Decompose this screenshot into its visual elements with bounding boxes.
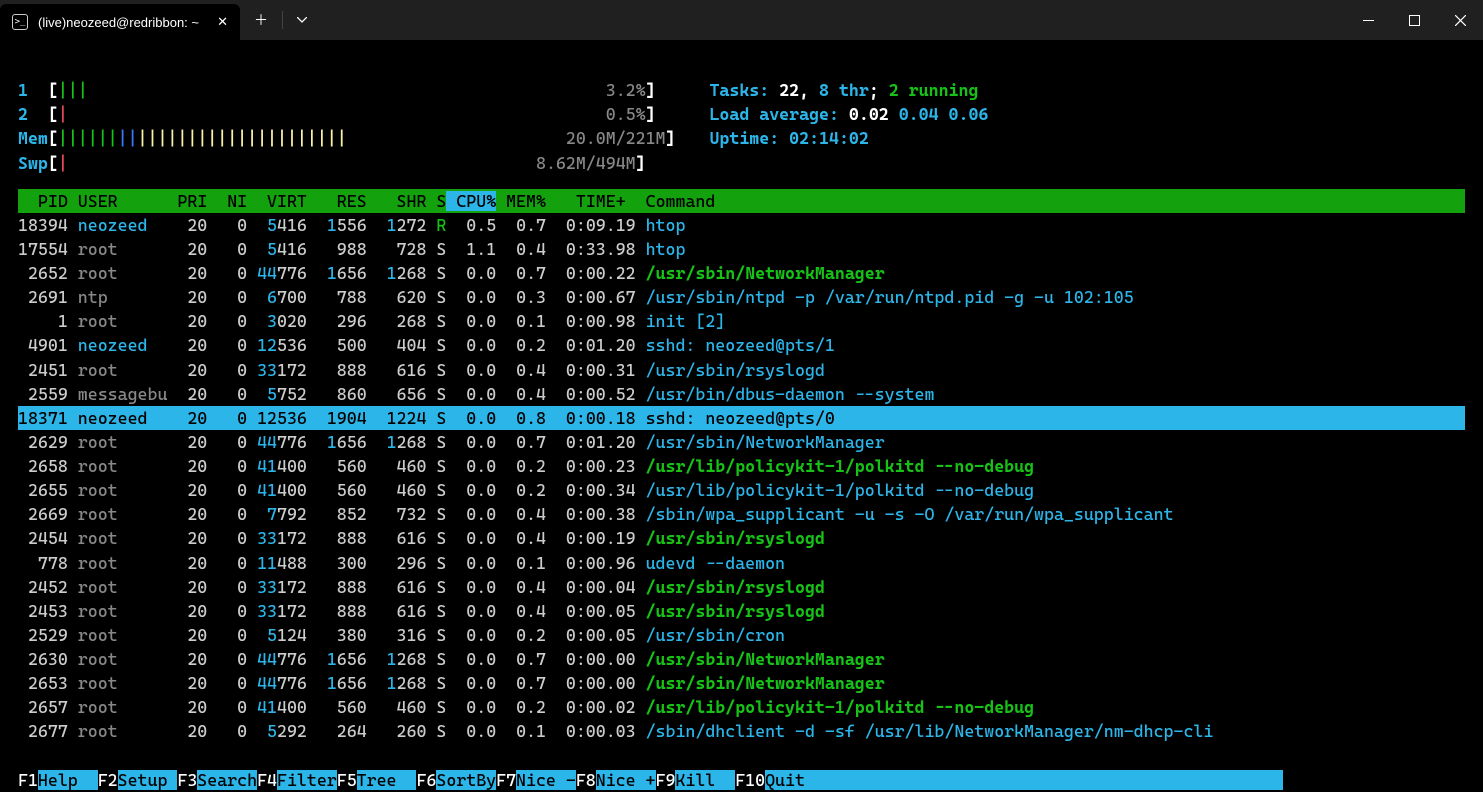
window-titlebar: >_ (live)neozeed@redribbon: ~ ✕ ＋ xyxy=(0,0,1483,40)
process-row[interactable]: 2669 root 20 0 7792 852 732 S 0.0 0.4 0:… xyxy=(18,502,1465,526)
process-row[interactable]: 2629 root 20 0 44776 1656 1268 S 0.0 0.7… xyxy=(18,430,1465,454)
uptime-label: Uptime: xyxy=(709,128,789,148)
uptime-value: 02:14:02 xyxy=(789,128,869,148)
fkey-label[interactable]: Quit xyxy=(765,770,1283,790)
process-row[interactable]: 2451 root 20 0 33172 888 616 S 0.0 0.4 0… xyxy=(18,358,1465,382)
fkey[interactable]: F3 xyxy=(177,770,197,790)
fkey[interactable]: F10 xyxy=(735,770,765,790)
terminal-icon: >_ xyxy=(12,14,28,30)
process-row[interactable]: 4901 neozeed 20 0 12536 500 404 S 0.0 0.… xyxy=(18,333,1465,357)
swp-val: 8.62M/494M xyxy=(536,153,636,173)
process-row[interactable]: 2655 root 20 0 41400 560 460 S 0.0 0.2 0… xyxy=(18,478,1465,502)
mem-val: 20.0M/221M xyxy=(566,128,666,148)
meters-column: 1 [||| 3.2%] 2 [| 0.5%] Mem[||||||||||||… xyxy=(18,54,675,175)
load-1: 0.02 xyxy=(849,104,889,124)
process-header[interactable]: PID USER PRI NI VIRT RES SHR S CPU% MEM%… xyxy=(18,189,1465,213)
tab-dropdown-button[interactable] xyxy=(283,17,321,23)
fkey-label[interactable]: SortBy xyxy=(436,770,496,790)
cpu1-pct: 3.2% xyxy=(606,80,646,100)
maximize-button[interactable] xyxy=(1391,0,1437,40)
tasks-count: 22 xyxy=(779,80,799,100)
minimize-button[interactable] xyxy=(1345,0,1391,40)
process-row[interactable]: 18371 neozeed 20 0 12536 1904 1224 S 0.0… xyxy=(18,406,1465,430)
swp-label: Swp xyxy=(18,153,48,173)
stats-block: 1 [||| 3.2%] 2 [| 0.5%] Mem[||||||||||||… xyxy=(18,54,1465,175)
close-button[interactable] xyxy=(1437,0,1483,40)
window-controls xyxy=(1345,0,1483,40)
fkey-label[interactable]: Kill xyxy=(675,770,735,790)
terminal-tab[interactable]: >_ (live)neozeed@redribbon: ~ ✕ xyxy=(0,4,240,40)
load-label: Load average: xyxy=(709,104,848,124)
tasks-thr: 8 thr xyxy=(819,80,869,100)
process-row[interactable]: 2559 messagebu 20 0 5752 860 656 S 0.0 0… xyxy=(18,382,1465,406)
fkey-label[interactable]: Nice + xyxy=(596,770,656,790)
process-row[interactable]: 2652 root 20 0 44776 1656 1268 S 0.0 0.7… xyxy=(18,261,1465,285)
terminal-content[interactable]: 1 [||| 3.2%] 2 [| 0.5%] Mem[||||||||||||… xyxy=(0,40,1483,792)
new-tab-button[interactable]: ＋ xyxy=(240,10,282,30)
tasks-running: 2 running xyxy=(889,80,979,100)
process-row[interactable]: 778 root 20 0 11488 300 296 S 0.0 0.1 0:… xyxy=(18,551,1465,575)
fkey[interactable]: F7 xyxy=(496,770,516,790)
tab-title: (live)neozeed@redribbon: ~ xyxy=(38,15,199,30)
process-row[interactable]: 18394 neozeed 20 0 5416 1556 1272 R 0.5 … xyxy=(18,213,1465,237)
process-row[interactable]: 17554 root 20 0 5416 988 728 S 1.1 0.4 0… xyxy=(18,237,1465,261)
load-5: 0.04 xyxy=(899,104,939,124)
process-row[interactable]: 2453 root 20 0 33172 888 616 S 0.0 0.4 0… xyxy=(18,599,1465,623)
tabs-area: >_ (live)neozeed@redribbon: ~ ✕ ＋ xyxy=(0,0,321,40)
process-row[interactable]: 2630 root 20 0 44776 1656 1268 S 0.0 0.7… xyxy=(18,647,1465,671)
load-15: 0.06 xyxy=(949,104,989,124)
process-row[interactable]: 2658 root 20 0 41400 560 460 S 0.0 0.2 0… xyxy=(18,454,1465,478)
fkey-label[interactable]: Setup xyxy=(118,770,178,790)
cpu2-pct: 0.5% xyxy=(606,104,646,124)
cpu2-label: 2 xyxy=(18,104,28,124)
fkey-label[interactable]: Search xyxy=(197,770,257,790)
fkey-label[interactable]: Tree xyxy=(357,770,417,790)
process-row[interactable]: 2452 root 20 0 33172 888 616 S 0.0 0.4 0… xyxy=(18,575,1465,599)
info-column: Tasks: 22, 8 thr; 2 running Load average… xyxy=(709,54,988,175)
fkey-label[interactable]: Nice - xyxy=(516,770,576,790)
process-row[interactable]: 2653 root 20 0 44776 1656 1268 S 0.0 0.7… xyxy=(18,671,1465,695)
fkey[interactable]: F2 xyxy=(98,770,118,790)
fkey[interactable]: F9 xyxy=(656,770,676,790)
fkey[interactable]: F5 xyxy=(337,770,357,790)
function-key-bar: F1Help F2Setup F3SearchF4FilterF5Tree F6… xyxy=(0,768,1483,792)
process-row[interactable]: 2677 root 20 0 5292 264 260 S 0.0 0.1 0:… xyxy=(18,719,1465,743)
fkey[interactable]: F8 xyxy=(576,770,596,790)
fkey-label[interactable]: Filter xyxy=(277,770,337,790)
close-icon[interactable]: ✕ xyxy=(217,14,228,30)
fkey[interactable]: F1 xyxy=(18,770,38,790)
fkey[interactable]: F6 xyxy=(416,770,436,790)
process-row[interactable]: 1 root 20 0 3020 296 268 S 0.0 0.1 0:00.… xyxy=(18,309,1465,333)
cpu1-label: 1 xyxy=(18,80,28,100)
mem-label: Mem xyxy=(18,128,48,148)
process-row[interactable]: 2529 root 20 0 5124 380 316 S 0.0 0.2 0:… xyxy=(18,623,1465,647)
process-list: 18394 neozeed 20 0 5416 1556 1272 R 0.5 … xyxy=(18,213,1465,744)
tasks-label: Tasks: xyxy=(709,80,779,100)
process-row[interactable]: 2691 ntp 20 0 6700 788 620 S 0.0 0.3 0:0… xyxy=(18,285,1465,309)
fkey-label[interactable]: Help xyxy=(38,770,98,790)
process-row[interactable]: 2454 root 20 0 33172 888 616 S 0.0 0.4 0… xyxy=(18,526,1465,550)
process-row[interactable]: 2657 root 20 0 41400 560 460 S 0.0 0.2 0… xyxy=(18,695,1465,719)
fkey[interactable]: F4 xyxy=(257,770,277,790)
